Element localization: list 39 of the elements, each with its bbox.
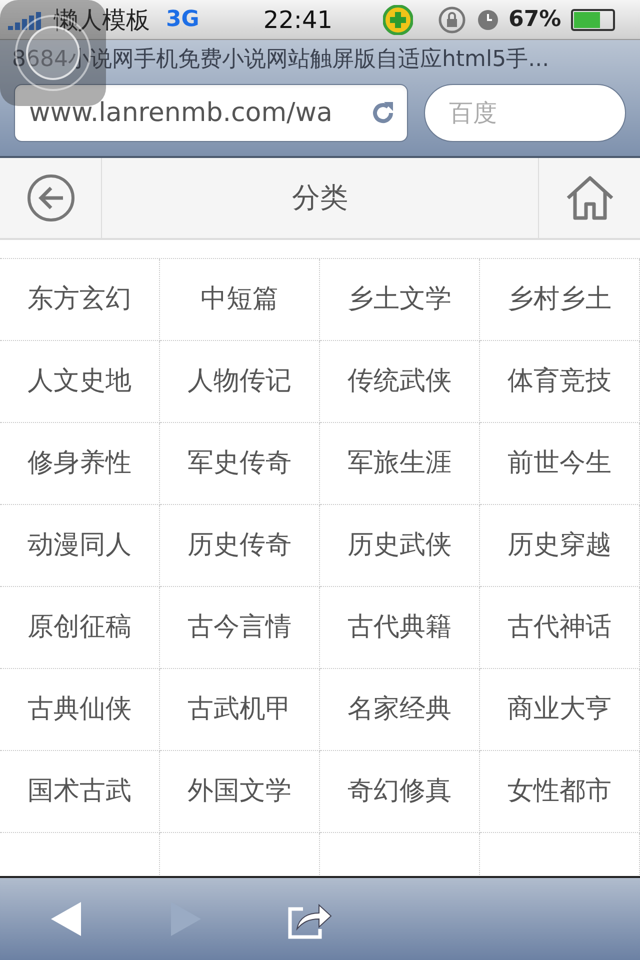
category-link[interactable]: 体育竞技 xyxy=(480,341,640,423)
category-link[interactable]: 乡村乡土 xyxy=(480,259,640,341)
category-link[interactable]: 古代神话 xyxy=(480,587,640,669)
category-link[interactable]: 女性都市 xyxy=(480,751,640,833)
category-link[interactable]: 传统武侠 xyxy=(320,341,480,423)
category-link[interactable]: 奇幻修真 xyxy=(320,751,480,833)
category-link[interactable]: 历史武侠 xyxy=(320,505,480,587)
category-link[interactable]: 中短篇 xyxy=(160,259,320,341)
category-link[interactable]: 商业大亨 xyxy=(480,669,640,751)
url-text: www.lanrenmb.com/wa xyxy=(29,96,334,130)
url-field[interactable]: www.lanrenmb.com/wa xyxy=(14,84,408,142)
category-link[interactable]: 军旅生涯 xyxy=(320,423,480,505)
category-link[interactable]: 古代典籍 xyxy=(320,587,480,669)
category-link[interactable]: 人物传记 xyxy=(160,341,320,423)
category-link[interactable]: 古武机甲 xyxy=(160,669,320,751)
alarm-clock-icon xyxy=(476,8,499,30)
header-title: 分类 xyxy=(291,180,349,216)
category-link[interactable]: 古今言情 xyxy=(160,587,320,669)
network-type: 3G xyxy=(166,6,200,34)
category-link[interactable]: 修身养性 xyxy=(0,423,160,505)
category-link[interactable]: 乡土文学 xyxy=(320,259,480,341)
category-link[interactable]: 历史穿越 xyxy=(480,505,640,587)
category-link[interactable]: 外国文学 xyxy=(160,751,320,833)
signal-icon xyxy=(8,10,44,30)
category-link[interactable]: 动漫同人 xyxy=(0,505,160,587)
battery-percent: 67% xyxy=(508,6,562,34)
category-link[interactable]: 人文史地 xyxy=(0,341,160,423)
carrier-name: 懒人模板 xyxy=(54,4,150,36)
category-link[interactable]: 国术古武 xyxy=(0,751,160,833)
category-link[interactable]: 东方玄幻 xyxy=(0,259,160,341)
category-link[interactable]: 名家经典 xyxy=(320,669,480,751)
clock-time: 22:41 xyxy=(263,4,333,36)
category-link[interactable]: 古典仙侠 xyxy=(0,669,160,751)
rotation-lock-icon xyxy=(436,4,467,34)
category-link[interactable]: 历史传奇 xyxy=(160,505,320,587)
category-link[interactable]: 军史传奇 xyxy=(160,423,320,505)
category-link[interactable]: 前世今生 xyxy=(480,423,640,505)
search-field[interactable]: 百度 xyxy=(424,84,626,142)
category-link[interactable]: 原创征稿 xyxy=(0,587,160,669)
